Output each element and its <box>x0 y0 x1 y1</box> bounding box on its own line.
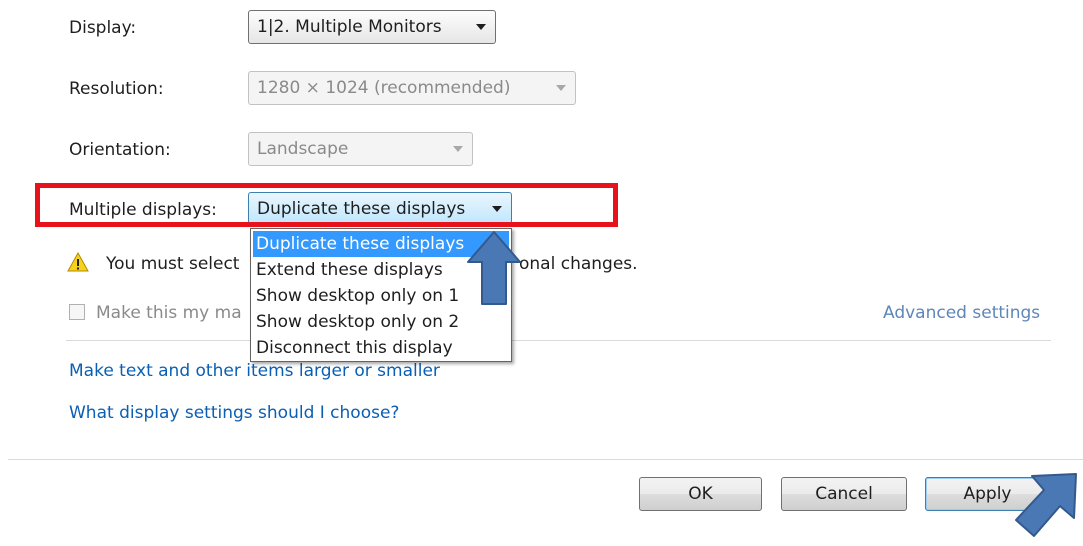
primary-display-checkbox-label: Make this my ma <box>96 303 242 323</box>
cancel-button[interactable]: Cancel <box>781 477 907 511</box>
display-combo-value: 1|2. Multiple Monitors <box>257 17 442 37</box>
annotation-highlight-box <box>35 183 618 227</box>
orientation-label: Orientation: <box>69 140 171 160</box>
warning-icon <box>67 252 89 272</box>
dropdown-option-disconnect[interactable]: Disconnect this display <box>253 335 509 361</box>
orientation-combo: Landscape <box>248 132 473 166</box>
warning-text-right: onal changes. <box>519 254 638 274</box>
display-settings-help-link[interactable]: What display settings should I choose? <box>69 402 399 424</box>
ok-button[interactable]: OK <box>639 477 762 511</box>
advanced-settings-link[interactable]: Advanced settings <box>883 302 1040 324</box>
resolution-combo: 1280 × 1024 (recommended) <box>248 71 576 105</box>
text-size-link[interactable]: Make text and other items larger or smal… <box>69 360 440 382</box>
dropdown-option-show-only-2[interactable]: Show desktop only on 2 <box>253 309 509 335</box>
arrow-icon <box>1015 473 1077 537</box>
display-label: Display: <box>69 18 137 38</box>
arrow-icon <box>467 231 521 305</box>
warning-text-left: You must select <box>106 254 240 274</box>
divider <box>66 340 1051 341</box>
chevron-down-icon <box>556 85 566 91</box>
primary-display-checkbox <box>69 304 85 320</box>
chevron-down-icon <box>476 24 486 30</box>
chevron-down-icon <box>453 146 463 152</box>
resolution-label: Resolution: <box>69 79 164 99</box>
footer-divider <box>8 459 1083 460</box>
orientation-combo-value: Landscape <box>257 139 349 159</box>
resolution-combo-value: 1280 × 1024 (recommended) <box>257 78 511 98</box>
display-combo[interactable]: 1|2. Multiple Monitors <box>248 10 496 44</box>
